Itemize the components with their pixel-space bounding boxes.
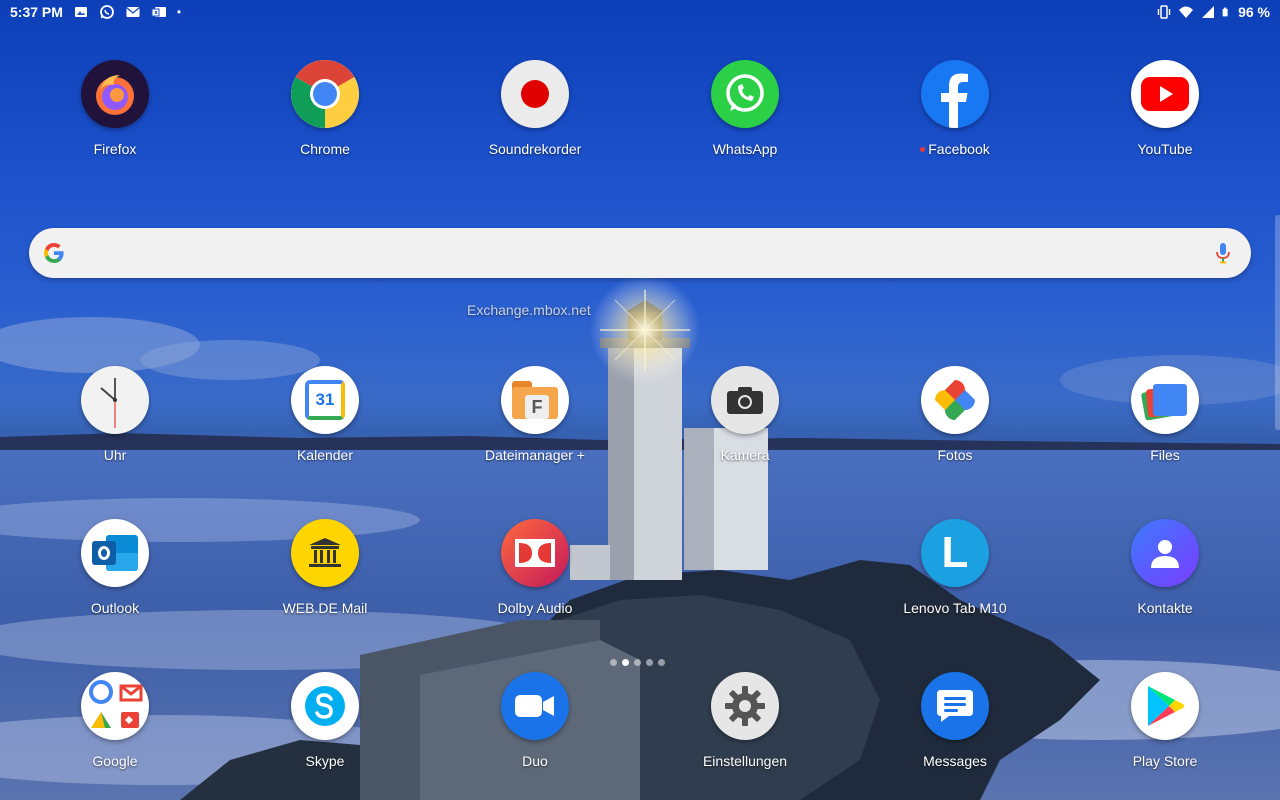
app-label: WEB.DE Mail [282,600,368,616]
app-label: Kontakte [1137,600,1193,616]
photos-pinwheel-icon [921,366,989,434]
app-label: Duo [522,753,548,769]
play-store-icon [1131,672,1199,740]
app-skype[interactable]: Skype [250,672,400,782]
outlook-icon [81,519,149,587]
record-icon [501,60,569,128]
app-label: Play Store [1132,753,1198,769]
folder-letter: F [531,396,543,417]
app-label: Dateimanager + [484,447,585,463]
clock-icon [81,366,149,434]
whatsapp-icon [711,60,779,128]
app-label: Lenovo Tab M10 [903,600,1007,616]
status-bar: 5:37 PM • 96 % [0,0,1280,26]
battery-percent: 96 % [1238,4,1270,20]
app-label: Uhr [103,447,127,463]
dolby-icon [501,519,569,587]
edge-panel-handle[interactable] [1275,215,1280,430]
app-label: Facebook [920,141,990,157]
exchange-widget-text: Exchange.mbox.net [467,302,591,318]
calendar-day: 31 [315,390,335,409]
google-logo-icon [44,242,64,264]
files-icon [1131,366,1199,434]
app-fotos[interactable]: Fotos [880,366,1030,476]
app-youtube[interactable]: YouTube [1090,60,1240,170]
outlook-mail-icon [151,7,166,17]
lenovo-letter: L [941,528,969,577]
app-soundrekorder[interactable]: Soundrekorder [460,60,610,170]
app-facebook[interactable]: Facebook [880,60,1030,170]
notification-dot [920,146,926,152]
app-label: Google [92,753,138,769]
app-label: Outlook [90,600,140,616]
folder-icon: F [501,366,569,434]
page-dot-active[interactable] [622,659,629,666]
more-notifications-dot: • [176,5,182,19]
app-whatsapp[interactable]: WhatsApp [670,60,820,170]
page-dot[interactable] [658,659,665,666]
app-label-text: Facebook [928,141,990,157]
app-play-store[interactable]: Play Store [1090,672,1240,782]
mail-icon [125,6,140,17]
app-label: Files [1150,447,1180,463]
app-kamera[interactable]: Kamera [670,366,820,476]
mic-icon[interactable] [1214,242,1232,264]
app-duo[interactable]: Duo [460,672,610,782]
app-label: Dolby Audio [497,600,573,616]
google-search-bar[interactable] [29,228,1251,278]
app-chrome[interactable]: Chrome [250,60,400,170]
page-indicator[interactable] [610,659,665,666]
app-label: Soundrekorder [488,141,582,157]
app-label: Messages [923,753,987,769]
app-label: Firefox [93,141,137,157]
google-folder-icon [81,672,149,740]
app-label: Skype [305,753,345,769]
messages-bubble-icon [921,672,989,740]
page-dot[interactable] [610,659,617,666]
app-firefox[interactable]: Firefox [40,60,190,170]
page-dot[interactable] [634,659,641,666]
wallpaper-lighthouse [0,275,1280,800]
facebook-icon [921,60,989,128]
app-outlook[interactable]: Outlook [40,519,190,629]
app-uhr[interactable]: Uhr [40,366,190,476]
lenovo-l-icon: L [921,519,989,587]
app-webde-mail[interactable]: WEB.DE Mail [250,519,400,629]
app-kalender[interactable]: 31 Kalender [250,366,400,476]
vibrate-icon [1157,5,1171,19]
app-kontakte[interactable]: Kontakte [1090,519,1240,629]
app-label: Einstellungen [702,753,788,769]
firefox-icon [81,60,149,128]
battery-icon [1222,7,1228,17]
calendar-icon: 31 [291,366,359,434]
camera-icon [711,366,779,434]
app-label: Kamera [720,447,770,463]
app-dolby-audio[interactable]: Dolby Audio [460,519,610,629]
app-label: YouTube [1137,141,1193,157]
whatsapp-icon [100,5,114,19]
webde-building-icon [291,519,359,587]
youtube-icon [1131,60,1199,128]
app-label: WhatsApp [712,141,778,157]
chrome-icon [291,60,359,128]
settings-gear-icon [711,672,779,740]
skype-icon [291,672,359,740]
app-lenovo-tab[interactable]: L Lenovo Tab M10 [880,519,1030,629]
app-label: Chrome [300,141,350,157]
status-time: 5:37 PM [10,4,63,20]
app-einstellungen[interactable]: Einstellungen [670,672,820,782]
app-dateimanager[interactable]: F Dateimanager + [460,366,610,476]
app-google-folder[interactable]: Google [40,672,190,782]
app-label: Fotos [937,447,973,463]
app-messages[interactable]: Messages [880,672,1030,782]
video-camera-icon [501,672,569,740]
contacts-person-icon [1131,519,1199,587]
app-files[interactable]: Files [1090,366,1240,476]
signal-icon [1202,6,1215,18]
image-icon [74,7,87,17]
app-label: Kalender [296,447,354,463]
wifi-icon [1179,6,1194,18]
page-dot[interactable] [646,659,653,666]
